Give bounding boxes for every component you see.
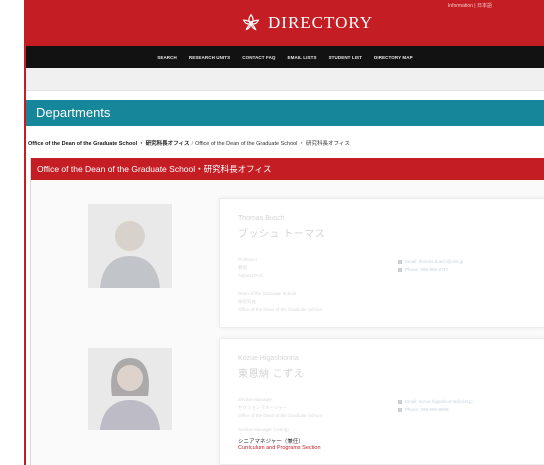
- site-header: DIRECTORY Information | 日本語: [26, 0, 544, 46]
- person-role-en: Professor: [238, 257, 258, 262]
- person-name-en[interactable]: Kozue Higashionna: [238, 355, 299, 362]
- mail-icon: [398, 259, 402, 264]
- person-card: Thomas Busch ブッシュ トーマス Professor 教授 Adju…: [219, 198, 544, 328]
- person-name-ja: 東恩納 こずえ: [238, 369, 305, 380]
- portrait-placeholder-icon: [100, 358, 160, 430]
- breadcrumb: Office of the Dean of the Graduate Schoo…: [28, 139, 350, 147]
- person-unit-link[interactable]: Curriculum and Programs Section: [238, 445, 321, 451]
- person-email[interactable]: Email: thomas.busch@oist.jp: [398, 259, 463, 264]
- phone-icon: [398, 267, 402, 272]
- person-email-text: Email: kozue.higashionna@oist.jp: [405, 399, 473, 404]
- person-name-ja: ブッシュ トーマス: [238, 229, 326, 240]
- portrait-placeholder-icon: [100, 221, 160, 288]
- person-role-sub: Office of the Dean of the Graduate Schoo…: [238, 413, 322, 418]
- breadcrumb-separator: /: [191, 141, 194, 147]
- breadcrumb-item-parent[interactable]: Office of the Dean of the Graduate Schoo…: [28, 141, 190, 147]
- nav-contact-faq[interactable]: CONTACT FAQ: [242, 55, 275, 60]
- subnav-strip: [26, 68, 544, 91]
- person-name-en[interactable]: Thomas Busch: [238, 215, 285, 222]
- office-title: Office of the Dean of the Graduate Schoo…: [31, 158, 544, 180]
- person-phone-text: Phone: 098-966-8717: [405, 267, 449, 272]
- departments-title: Departments: [26, 100, 544, 126]
- person-unit-ja: 研究科長: [238, 299, 256, 304]
- nav-research-units[interactable]: RESEARCH UNITS: [189, 55, 230, 60]
- person-photo[interactable]: [88, 204, 172, 288]
- person-photo[interactable]: [88, 348, 172, 430]
- person-phone[interactable]: Phone: 098-966-8717: [398, 267, 449, 272]
- phone-icon: [398, 407, 402, 412]
- person-email[interactable]: Email: kozue.higashionna@oist.jp: [398, 399, 473, 404]
- mail-icon: [398, 399, 402, 404]
- nav-email-lists[interactable]: EMAIL LISTS: [288, 55, 317, 60]
- person-unit-office[interactable]: Office of the Dean of the Graduate Schoo…: [238, 307, 322, 312]
- breadcrumb-item-current: Office of the Dean of the Graduate Schoo…: [195, 141, 350, 147]
- nav-student-list[interactable]: STUDENT LIST: [329, 55, 362, 60]
- person-unit-en: Dean of the Graduate School: [238, 291, 297, 296]
- person-role-sub: Adjunct Prof.: [238, 273, 264, 278]
- logo-text: DIRECTORY: [268, 13, 374, 32]
- flower-emblem-icon: [242, 13, 260, 31]
- account-links[interactable]: Information | 日本語: [448, 2, 492, 9]
- main-nav: SEARCH RESEARCH UNITS CONTACT FAQ EMAIL …: [26, 46, 544, 68]
- person-phone[interactable]: Phone: 098-966-8999: [398, 407, 449, 412]
- directory-logo[interactable]: DIRECTORY: [240, 12, 373, 34]
- person-email-text: Email: thomas.busch@oist.jp: [405, 259, 464, 264]
- person-role-ja: 教授: [238, 265, 247, 270]
- person-unit-en: Section Manager (Acting): [238, 427, 289, 432]
- nav-search[interactable]: SEARCH: [157, 55, 177, 60]
- person-unit-ja: シニアマネジャー（兼任）: [238, 439, 304, 445]
- nav-directory-map[interactable]: DIRECTORY MAP: [374, 55, 413, 60]
- person-card: Kozue Higashionna 東恩納 こずえ Section Manage…: [219, 338, 544, 465]
- office-section: Office of the Dean of the Graduate Schoo…: [30, 158, 544, 465]
- person-role-ja: セクションマネージャー: [238, 405, 288, 410]
- person-role-en: Section Manager: [238, 397, 273, 402]
- person-phone-text: Phone: 098-966-8999: [405, 407, 449, 412]
